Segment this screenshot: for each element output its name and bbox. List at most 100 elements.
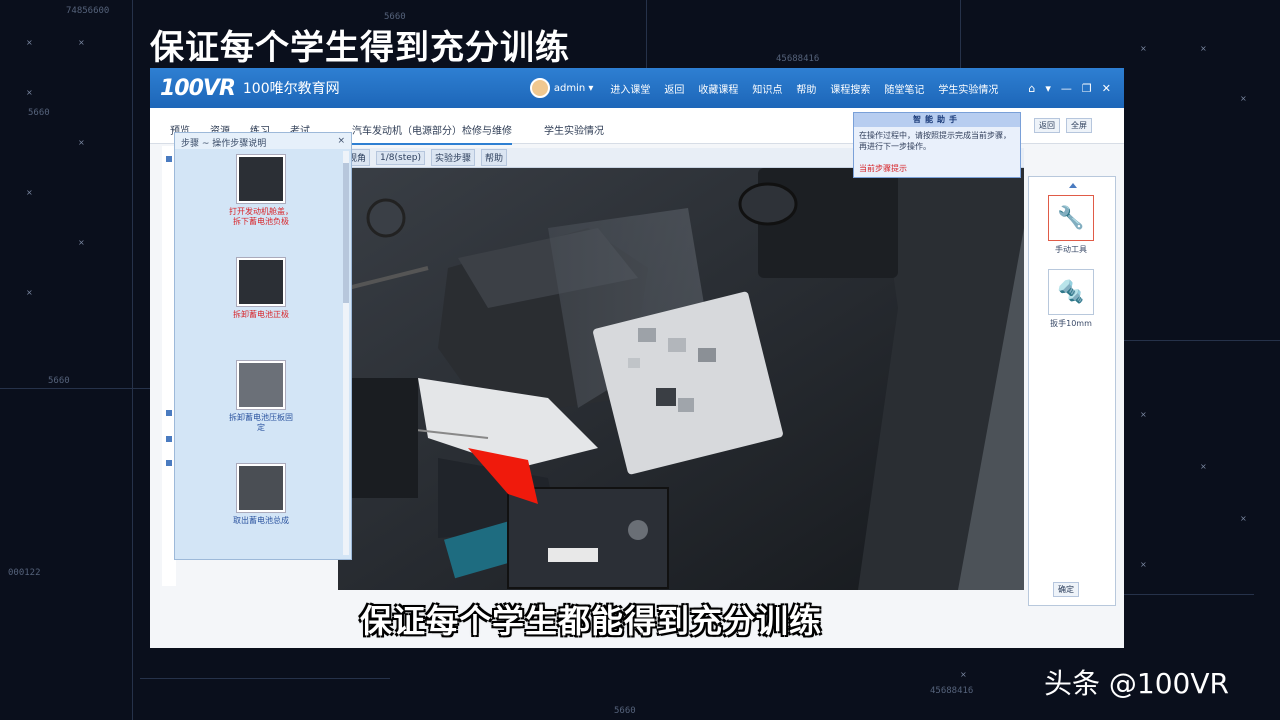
bg-label: 45688416 [930, 686, 974, 696]
bg-label: 5660 [28, 108, 50, 118]
bg-grid-line [132, 0, 133, 720]
dropdown-icon[interactable]: ▾ [1045, 82, 1051, 95]
thumbnail-image [237, 258, 285, 306]
tip-title: 智能助手 [854, 113, 1020, 127]
bg-grid-line [1124, 340, 1280, 341]
toolbar-step[interactable]: 1/8(step) [376, 150, 425, 165]
thumbnail-caption: 拆卸蓄电池正极 [233, 310, 289, 319]
scrollbar-thumb[interactable] [343, 163, 349, 303]
bg-cross: × [78, 238, 85, 247]
watermark: 头条 @100VR [1044, 667, 1229, 700]
3d-viewport[interactable]: 视角 1/8(step) 实验步骤 帮助 [338, 148, 1024, 590]
toolbar-help[interactable]: 帮助 [481, 149, 508, 166]
bg-cross: × [78, 138, 85, 147]
nav-item[interactable]: 帮助 [796, 81, 816, 96]
wrench-icon: 🔧 [1048, 195, 1094, 241]
side-dot[interactable] [166, 436, 172, 442]
view-buttons: 返回 全屏 [1034, 118, 1098, 133]
confirm-button[interactable]: 确定 [1053, 582, 1079, 597]
tab-student-status[interactable]: 学生实验情况 [544, 122, 604, 137]
nav-item[interactable]: 随堂笔记 [884, 81, 924, 96]
tool-item[interactable]: 🔩 扳手10mm [1047, 269, 1095, 329]
bg-label: 74856600 [66, 6, 110, 16]
bg-cross: × [26, 288, 33, 297]
bg-cross: × [26, 188, 33, 197]
bg-cross: × [960, 670, 967, 679]
bg-label: 45688416 [776, 54, 820, 64]
home-icon[interactable]: ⌂ [1028, 82, 1035, 95]
nav-item[interactable]: 进入课堂 [610, 81, 650, 96]
video-subtitle: 保证每个学生都能得到充分训练 [360, 602, 823, 640]
user-name: admin [553, 82, 586, 94]
bg-label: 5660 [48, 376, 70, 386]
list-item[interactable]: 打开发动机舱盖，拆下蓄电池负极 [181, 155, 341, 258]
thumbnail-caption: 打开发动机舱盖，拆下蓄电池负极 [229, 207, 293, 226]
thumbnail-image [237, 155, 285, 203]
tool-label: 手动工具 [1055, 245, 1087, 254]
top-caption: 保证每个学生得到充分训练 [150, 28, 570, 68]
thumbnail-caption: 拆卸蓄电池压板固定 [229, 413, 293, 432]
app-logo: 100VR [160, 75, 236, 101]
bg-label: 5660 [614, 706, 636, 716]
tool-item[interactable]: 🔧 手动工具 [1047, 195, 1095, 255]
title-bar: 100VR 100唯尔教育网 admin ▾ 进入课堂 返回 收藏课程 知识点 … [150, 68, 1124, 108]
bg-grid-line [646, 0, 647, 68]
bg-cross: × [1240, 94, 1247, 103]
nav-item[interactable]: 学生实验情况 [938, 81, 998, 96]
spanner-icon: 🔩 [1048, 269, 1094, 315]
list-item[interactable]: 拆卸蓄电池正极 [181, 258, 341, 361]
bg-grid-line [140, 678, 390, 679]
bg-cross: × [1200, 462, 1207, 471]
chevron-down-icon: ▾ [585, 82, 594, 94]
bg-cross: × [26, 38, 33, 47]
tip-body: 在操作过程中，请按照提示完成当前步骤，再进行下一步操作。 [859, 131, 1011, 151]
nav-item[interactable]: 知识点 [752, 81, 782, 96]
list-item[interactable]: 拆卸蓄电池压板固定 [181, 361, 341, 464]
bg-cross: × [78, 38, 85, 47]
maximize-icon[interactable]: ❐ [1082, 82, 1092, 95]
thumbnail-caption: 取出蓄电池总成 [233, 516, 289, 525]
side-dot[interactable] [166, 460, 172, 466]
bg-grid-line [960, 0, 961, 68]
scroll-up-icon[interactable] [1069, 183, 1077, 188]
fullscreen-button[interactable]: 全屏 [1066, 118, 1092, 133]
close-icon[interactable]: × [337, 136, 345, 146]
bg-cross: × [1140, 44, 1147, 53]
assistant-tip: 智能助手 在操作过程中，请按照提示完成当前步骤，再进行下一步操作。 当前步骤提示 [853, 112, 1021, 178]
thumbnail-image [237, 464, 285, 512]
bg-cross: × [1240, 514, 1247, 523]
thumbnail-image [237, 361, 285, 409]
app-title: 100唯尔教育网 [242, 81, 340, 97]
tool-panel: 🔧 手动工具 🔩 扳手10mm 确定 [1028, 176, 1116, 606]
nav-item[interactable]: 返回 [664, 81, 684, 96]
side-dot[interactable] [166, 410, 172, 416]
bg-cross: × [1140, 410, 1147, 419]
side-dot[interactable] [166, 156, 172, 162]
bg-grid-line [0, 388, 150, 389]
return-button[interactable]: 返回 [1034, 118, 1060, 133]
nav-item[interactable]: 收藏课程 [698, 81, 738, 96]
bg-cross: × [1200, 44, 1207, 53]
close-icon[interactable]: ✕ [1102, 82, 1111, 95]
app-window: 100VR 100唯尔教育网 admin ▾ 进入课堂 返回 收藏课程 知识点 … [150, 68, 1124, 648]
step-thumbnail-panel: 步骤 ~ 操作步骤说明 × 打开发动机舱盖，拆下蓄电池负极 拆卸蓄电池正极 拆卸… [174, 132, 352, 560]
engine-bay-render [338, 148, 1024, 590]
bg-cross: × [26, 88, 33, 97]
list-item[interactable]: 取出蓄电池总成 [181, 464, 341, 567]
top-nav: 进入课堂 返回 收藏课程 知识点 帮助 课程搜索 随堂笔记 学生实验情况 [603, 81, 1005, 96]
avatar [529, 78, 550, 98]
bg-cross: × [1140, 560, 1147, 569]
nav-item[interactable]: 课程搜索 [830, 81, 870, 96]
thumbnail-list: 打开发动机舱盖，拆下蓄电池负极 拆卸蓄电池正极 拆卸蓄电池压板固定 取出蓄电池总… [181, 155, 341, 567]
user-menu[interactable]: admin ▾ [529, 78, 594, 98]
window-controls: ⌂ ▾ — ❐ ✕ [1023, 82, 1116, 95]
tab-course[interactable]: 汽车发动机（电源部分）检修与维修 [352, 122, 512, 145]
panel-header: 步骤 ~ 操作步骤说明 × [175, 133, 351, 149]
minimize-icon[interactable]: — [1061, 82, 1072, 95]
tool-label: 扳手10mm [1050, 319, 1092, 328]
toolbar-steps[interactable]: 实验步骤 [431, 149, 476, 166]
bg-label: 000122 [8, 568, 41, 578]
tip-footer[interactable]: 当前步骤提示 [859, 163, 907, 174]
panel-title: 步骤 ~ 操作步骤说明 [181, 139, 267, 149]
bg-grid-line [1124, 594, 1254, 595]
